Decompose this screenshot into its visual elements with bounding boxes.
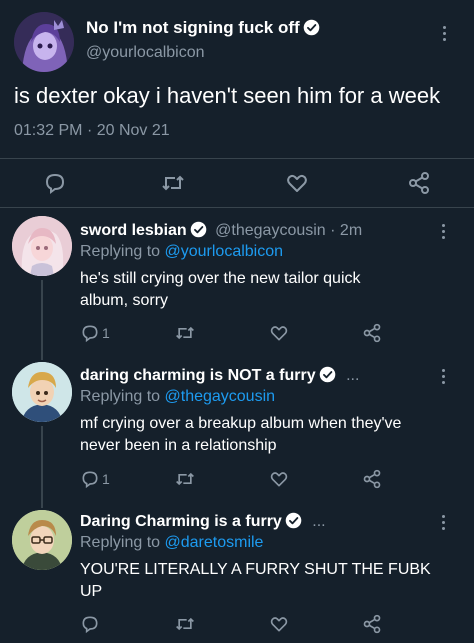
replying-to-label: Replying to (80, 243, 161, 260)
like-icon[interactable] (269, 614, 289, 634)
replying-to-link[interactable]: @yourlocalbicon (165, 243, 284, 260)
verified-badge-icon (303, 19, 319, 36)
time: 01:32 PM (14, 122, 83, 139)
more-options-icon[interactable] (442, 369, 446, 387)
reply-text-line: album, sorry (80, 292, 169, 309)
truncated-ellipsis: ... (312, 513, 326, 530)
like-icon[interactable] (269, 323, 289, 343)
verified-badge-icon (319, 366, 335, 383)
reply-display-name[interactable]: sword lesbian (80, 222, 187, 239)
reply-count: 1 (102, 471, 110, 487)
thread-line (41, 280, 43, 360)
replying-to-link[interactable]: @daretosmile (165, 534, 264, 551)
timestamp: 01:32 PM · 20 Nov 21 (14, 122, 170, 140)
reply-handle[interactable]: @thegaycousin (215, 222, 326, 239)
reply-text-line: mf crying over a breakup album when they… (80, 415, 402, 432)
verified-badge-icon (285, 512, 302, 529)
like-icon[interactable] (285, 171, 309, 195)
replying-to-label: Replying to (80, 534, 161, 551)
separator-dot: · (86, 122, 93, 139)
reply-header: Daring Charming is a furry ... (80, 512, 326, 531)
main-tweet-text: is dexter okay i haven't seen him for a … (14, 83, 441, 108)
retweet-icon[interactable] (160, 171, 186, 195)
share-icon[interactable] (362, 469, 382, 489)
divider (0, 207, 474, 208)
like-icon[interactable] (269, 469, 289, 489)
reply-icon[interactable] (80, 614, 100, 634)
more-options-icon[interactable] (442, 224, 446, 242)
replying-to-link[interactable]: @thegaycousin (165, 388, 276, 405)
reply-display-name[interactable]: daring charming is NOT a furry (80, 367, 316, 384)
verified-badge-icon (190, 221, 206, 238)
date[interactable]: 20 Nov 21 (97, 122, 170, 139)
reply-icon[interactable] (80, 323, 100, 343)
reply-icon[interactable] (43, 171, 67, 195)
reply-text-line: YOU'RE LITERALLY A FURRY SHUT THE FUBK (80, 561, 431, 578)
share-icon[interactable] (407, 171, 431, 195)
main-handle[interactable]: @yourlocalbicon (86, 44, 205, 62)
truncated-ellipsis: ... (346, 367, 360, 384)
replying-to: Replying to @thegaycousin (80, 388, 275, 406)
avatar[interactable] (12, 510, 72, 570)
reply-text: he's still crying over the new tailor qu… (80, 268, 361, 312)
more-options-icon[interactable] (443, 26, 447, 44)
retweet-icon[interactable] (174, 469, 196, 489)
reply-header: sword lesbian @thegaycousin · 2m (80, 221, 362, 240)
replying-to-label: Replying to (80, 388, 161, 405)
reply-text-line: UP (80, 583, 103, 600)
reply-text-line: never been in a relationship (80, 437, 277, 454)
reply-header: daring charming is NOT a furry ... (80, 366, 359, 385)
reply-text: YOU'RE LITERALLY A FURRY SHUT THE FUBK U… (80, 559, 431, 603)
avatar[interactable] (12, 216, 72, 276)
main-display-name[interactable]: No I'm not signing fuck off (86, 18, 300, 37)
separator-dot: · (330, 222, 336, 239)
thread-line (41, 426, 43, 508)
reply-text: mf crying over a breakup album when they… (80, 413, 401, 457)
avatar[interactable] (14, 12, 74, 72)
reply-display-name[interactable]: Daring Charming is a furry (80, 513, 282, 530)
retweet-icon[interactable] (174, 614, 196, 634)
replying-to: Replying to @daretosmile (80, 534, 263, 552)
share-icon[interactable] (362, 323, 382, 343)
reply-text-line: he's still crying over the new tailor qu… (80, 270, 361, 287)
more-options-icon[interactable] (442, 515, 446, 533)
reply-icon[interactable] (80, 469, 100, 489)
reply-time[interactable]: 2m (340, 222, 362, 239)
replying-to: Replying to @yourlocalbicon (80, 243, 283, 261)
avatar[interactable] (12, 362, 72, 422)
reply-count: 1 (102, 325, 110, 341)
retweet-icon[interactable] (174, 323, 196, 343)
divider (0, 158, 474, 159)
share-icon[interactable] (362, 614, 382, 634)
